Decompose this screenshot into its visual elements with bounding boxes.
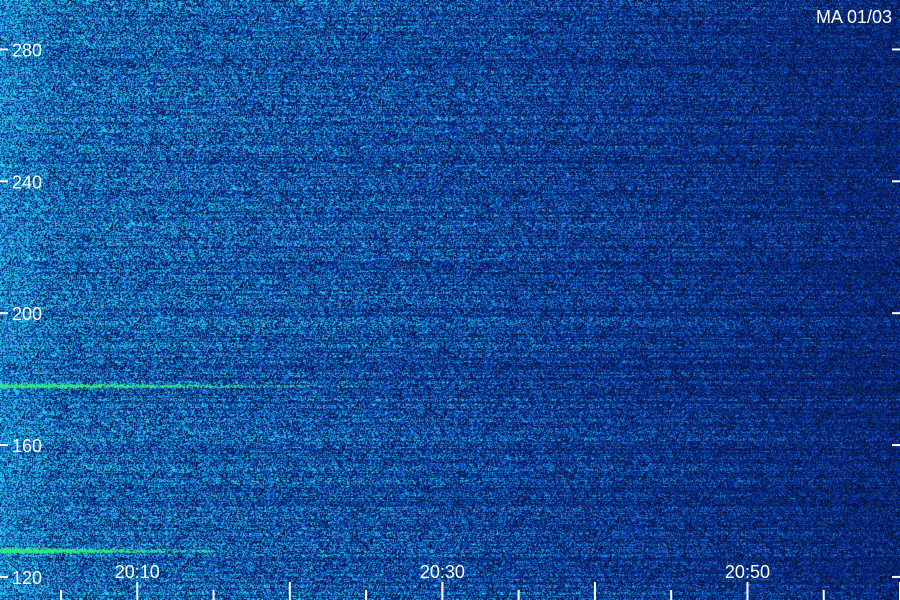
y-tick-label: 240 [12, 172, 42, 192]
y-tick-label: 120 [12, 568, 42, 588]
spectrogram-panel: 280 240 200 160 120 20:10 20:30 20:50 MA 01/03 [0, 0, 900, 600]
y-tick-label: 280 [12, 40, 42, 60]
x-axis: 20:10 20:30 20:50 [60, 562, 900, 600]
y-axis: 280 240 200 160 120 [0, 40, 900, 588]
y-tick-label: 160 [12, 436, 42, 456]
axes-overlay: 280 240 200 160 120 20:10 20:30 20:50 MA 01/03 [0, 7, 900, 600]
chart-title: MA 01/03 [816, 7, 892, 27]
x-tick-label: 20:50 [725, 562, 770, 582]
x-tick-label: 20:30 [420, 562, 465, 582]
y-tick-label: 200 [12, 304, 42, 324]
x-tick-label: 20:10 [115, 562, 160, 582]
